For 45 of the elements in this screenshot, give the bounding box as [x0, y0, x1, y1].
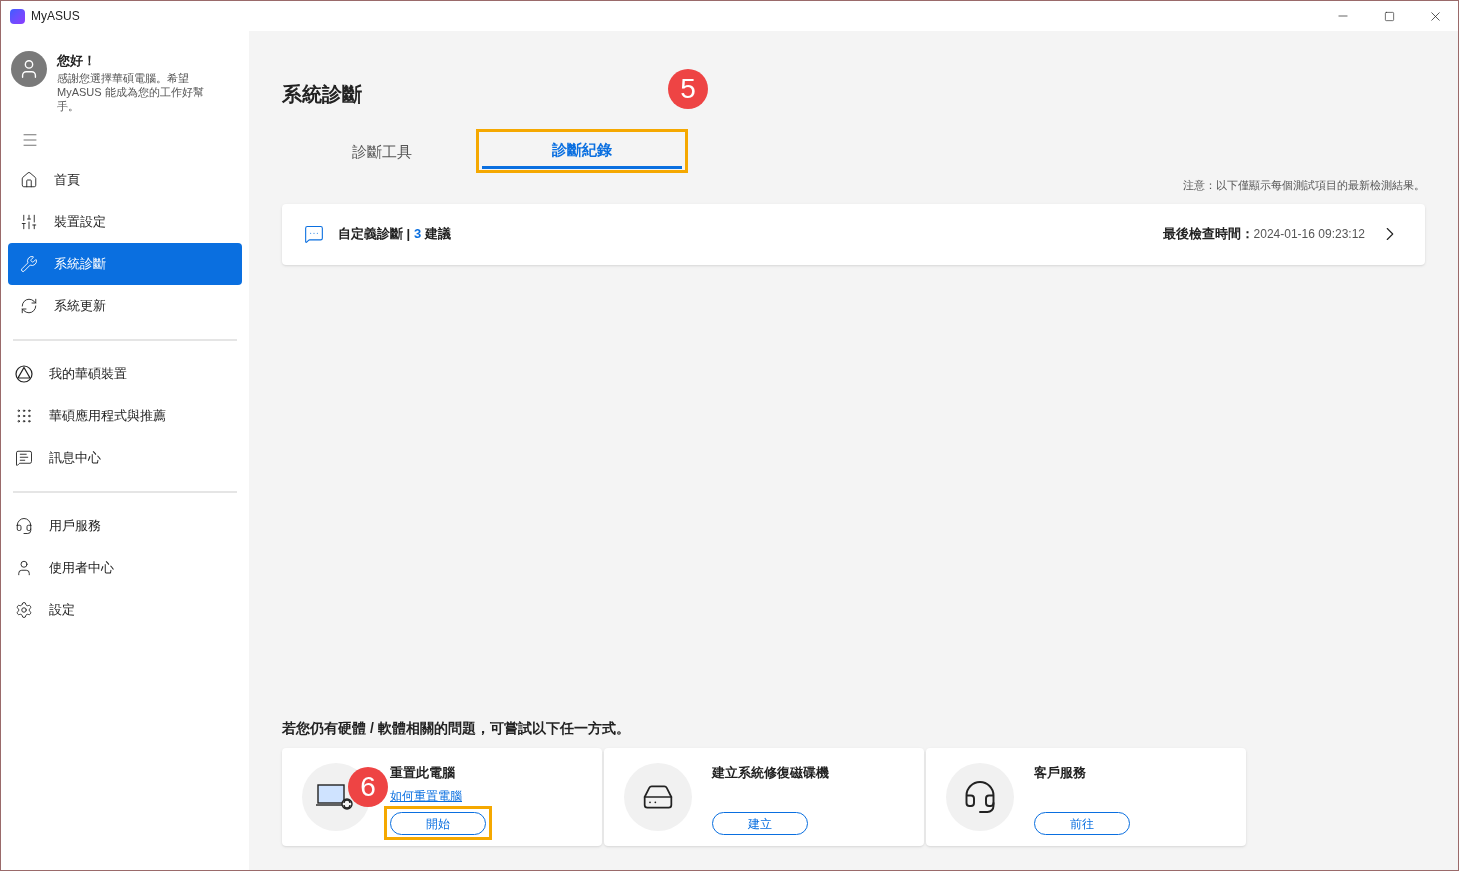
sidebar-item[interactable]: 系統更新 — [8, 284, 242, 327]
sidebar-item[interactable]: 系統診斷 — [8, 242, 242, 285]
sidebar-item[interactable]: 華碩應用程式與推薦 — [8, 394, 232, 437]
message-icon — [15, 448, 33, 467]
record-title: 自定義診斷 | 3 建議 — [338, 225, 451, 244]
tab[interactable]: 診斷紀錄 — [482, 135, 682, 169]
app-logo-icon — [10, 8, 25, 24]
chat-bubble-icon — [304, 224, 324, 244]
action-button[interactable]: 開始 — [390, 812, 486, 835]
triangle-circle-icon — [15, 364, 33, 383]
action-button[interactable]: 建立 — [712, 812, 808, 835]
home-icon — [20, 170, 38, 189]
laptop-refresh-icon — [316, 782, 356, 812]
greeting-text: 您好！ — [57, 52, 97, 70]
sidebar-item[interactable]: 設定 — [8, 588, 232, 631]
last-check-label: 最後檢查時間： — [1162, 225, 1254, 244]
sidebar-item[interactable]: 用戶服務 — [8, 504, 232, 547]
sidebar-item[interactable]: 裝置設定 — [8, 200, 242, 243]
option-title: 客戶服務 — [1034, 764, 1087, 782]
dot-grid-icon — [15, 406, 33, 425]
wrench-icon — [20, 254, 38, 273]
diagnosis-record-card[interactable]: 自定義診斷 | 3 建議 最後檢查時間：2024-01-16 09:23:12 — [282, 203, 1425, 265]
option-title: 建立系統修復磁碟機 — [712, 764, 829, 782]
page-title: 系統診斷 — [282, 82, 362, 107]
step-number-badge: 6 — [348, 767, 388, 807]
help-link[interactable]: 如何重置電腦 — [390, 786, 486, 805]
user-icon — [15, 558, 33, 577]
settings-icon — [15, 600, 33, 619]
step-number-badge: 5 — [668, 69, 708, 109]
tab[interactable]: 診斷工具 — [282, 135, 482, 169]
action-button[interactable]: 前往 — [1034, 812, 1130, 835]
sidebar-item[interactable]: 我的華碩裝置 — [8, 352, 232, 395]
sidebar-item[interactable]: 使用者中心 — [8, 546, 232, 589]
sidebar-item[interactable]: 訊息中心 — [8, 436, 232, 479]
window-title: MyASUS — [31, 8, 80, 25]
welcome-message: 感謝您選擇華碩電腦。希望 MyASUS 能成為您的工作好幫手。 — [57, 70, 205, 113]
sliders-icon — [20, 212, 38, 231]
refresh-icon — [20, 296, 38, 315]
help-heading: 若您仍有硬體 / 軟體相關的問題，可嘗試以下任一方式。 — [282, 720, 630, 736]
note-text: 注意：以下僅顯示每個測試項目的最新檢測結果。 — [1183, 178, 1425, 193]
last-check-time: 2024-01-16 09:23:12 — [1253, 226, 1365, 243]
option-title: 重置此電腦 — [390, 764, 456, 782]
headset-icon — [15, 516, 33, 535]
maximize-icon — [1383, 10, 1395, 22]
sidebar-item[interactable]: 首頁 — [8, 158, 242, 201]
